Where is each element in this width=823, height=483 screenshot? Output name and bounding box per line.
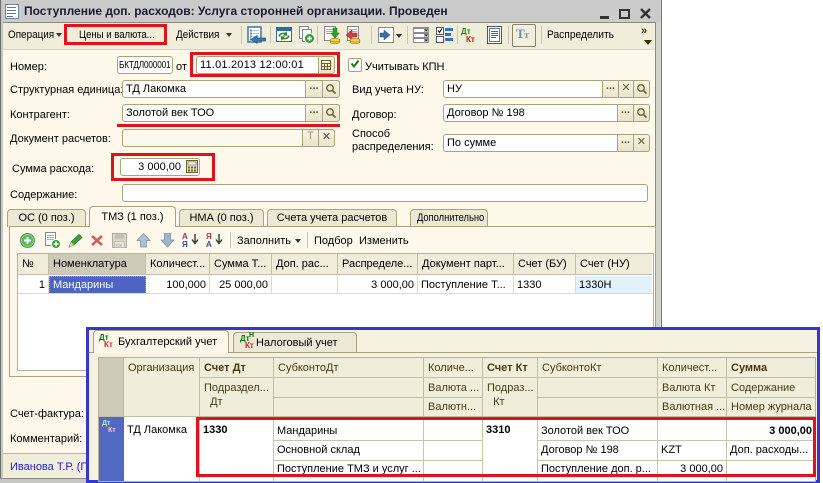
svg-text:ток: ток [115,243,122,248]
